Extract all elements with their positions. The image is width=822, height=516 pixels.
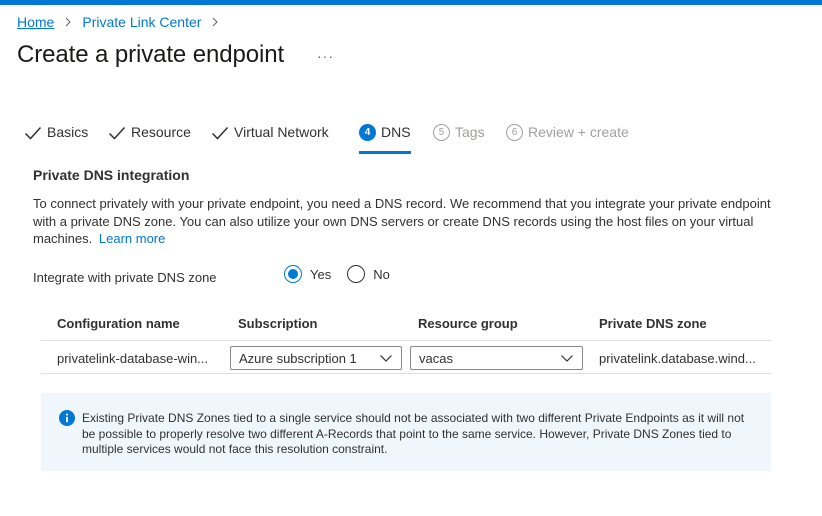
more-actions-button[interactable]: ···: [317, 48, 334, 64]
integrate-dns-label: Integrate with private DNS zone: [33, 270, 217, 285]
step-number-badge: 6: [506, 124, 523, 141]
column-header-private-dns-zone: Private DNS zone: [599, 316, 707, 331]
tab-label: Tags: [455, 124, 485, 140]
radio-selected-icon: [284, 265, 302, 283]
radio-yes-label: Yes: [310, 266, 332, 282]
resource-group-dropdown[interactable]: vacas: [410, 346, 583, 370]
info-message-text: Existing Private DNS Zones tied to a sin…: [82, 411, 745, 456]
column-header-configuration-name: Configuration name: [57, 316, 180, 331]
dns-configuration-table: Configuration name Subscription Resource…: [41, 306, 771, 374]
tab-tags: 5 Tags: [433, 124, 485, 154]
breadcrumb-home-link[interactable]: Home: [17, 14, 54, 30]
chevron-right-icon: [207, 14, 223, 30]
tab-resource[interactable]: Resource: [108, 124, 191, 154]
dns-description: To connect privately with your private e…: [33, 195, 773, 248]
subscription-dropdown[interactable]: Azure subscription 1: [230, 346, 402, 370]
step-number-badge: 5: [433, 124, 450, 141]
info-icon: [59, 410, 75, 426]
tab-label: Basics: [47, 124, 89, 140]
info-message-bar: Existing Private DNS Zones tied to a sin…: [41, 393, 771, 471]
column-header-subscription: Subscription: [238, 316, 318, 331]
active-tab-indicator: [359, 151, 411, 154]
cell-private-dns-zone: privatelink.database.wind...: [599, 351, 756, 366]
breadcrumb-private-link-center-link[interactable]: Private Link Center: [82, 14, 201, 30]
chevron-right-icon: [60, 14, 76, 30]
subscription-dropdown-value: Azure subscription 1: [239, 350, 357, 366]
top-accent-bar: [0, 0, 822, 5]
chevron-down-icon: [561, 355, 573, 362]
radio-no-label: No: [373, 266, 390, 282]
section-title: Private DNS integration: [33, 167, 190, 183]
integrate-dns-radio-group: Yes No: [284, 265, 406, 283]
checkmark-icon: [24, 126, 42, 140]
chevron-down-icon: [380, 355, 392, 362]
radio-unselected-icon: [347, 265, 366, 283]
radio-yes[interactable]: Yes: [284, 265, 331, 283]
tab-basics[interactable]: Basics: [24, 124, 88, 154]
tab-label: Review + create: [528, 124, 629, 140]
learn-more-link[interactable]: Learn more: [99, 231, 165, 246]
radio-no[interactable]: No: [347, 265, 390, 283]
tab-dns[interactable]: 4 DNS: [359, 124, 411, 154]
tab-label: DNS: [381, 124, 411, 140]
page-title: Create a private endpoint: [17, 41, 285, 68]
resource-group-dropdown-value: vacas: [419, 350, 453, 366]
tab-virtual-network[interactable]: Virtual Network: [211, 124, 329, 154]
table-row: privatelink-database-win... Azure subscr…: [41, 341, 771, 374]
breadcrumb: Home Private Link Center: [17, 14, 229, 30]
table-header: Configuration name Subscription Resource…: [41, 306, 771, 341]
tab-label: Virtual Network: [234, 124, 329, 140]
tab-label: Resource: [131, 124, 191, 140]
step-number-badge: 4: [359, 124, 376, 141]
tab-review-create: 6 Review + create: [506, 124, 629, 154]
checkmark-icon: [211, 126, 229, 140]
checkmark-icon: [108, 126, 126, 140]
cell-configuration-name: privatelink-database-win...: [57, 351, 209, 366]
column-header-resource-group: Resource group: [418, 316, 518, 331]
